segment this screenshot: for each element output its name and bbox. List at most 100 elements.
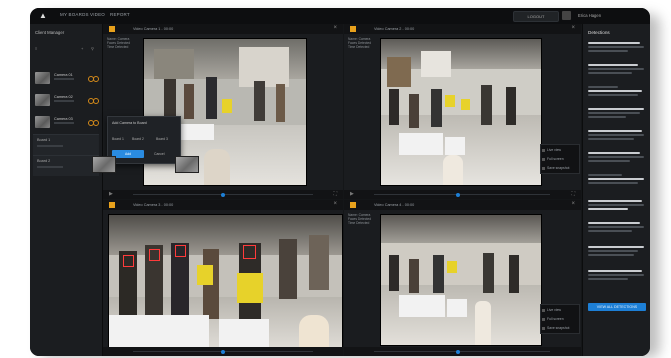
video-feed-3[interactable]: [108, 214, 343, 348]
play-icon[interactable]: ▶: [350, 191, 354, 197]
user-name: Erica Hagen: [578, 13, 602, 18]
sidebar-item-camera-2[interactable]: Camera 02: [33, 92, 99, 109]
timeline-handle[interactable]: [456, 350, 460, 354]
menu-item[interactable]: Live view: [547, 308, 561, 312]
timeline-track[interactable]: [374, 194, 550, 195]
camera-icon: [542, 327, 545, 330]
close-icon[interactable]: ×: [571, 201, 575, 207]
camera-thumbnail: [35, 116, 50, 128]
app-window: ▲ MY BOARDS VIDEO REPORT LOGOUT Erica Ha…: [30, 8, 650, 356]
sidebar-group-board-2[interactable]: Board 2: [33, 155, 99, 176]
sidebar-group-board-1[interactable]: Board 1: [33, 134, 99, 155]
nav-report[interactable]: REPORT: [110, 12, 130, 17]
camera-tag-icon: [350, 202, 356, 208]
video-pane-2: Video Camera 2 - 00:00 × Name: Camera Fa…: [344, 24, 581, 199]
sidebar-group-label: Board 1: [37, 138, 51, 142]
sidebar: Client Manager ≡ + ⚲ Camera 01 Camera 02…: [30, 24, 103, 356]
logout-button[interactable]: LOGOUT: [513, 11, 559, 22]
menu-item[interactable]: Save snapshot: [547, 166, 569, 170]
status-dot-icon: [93, 76, 99, 82]
nav-my-boards[interactable]: MY BOARDS: [60, 12, 89, 17]
pane-footer: ▶ ⛶: [103, 190, 343, 199]
board-option[interactable]: Board 1: [112, 137, 124, 141]
close-icon[interactable]: ×: [333, 25, 337, 31]
timeline-handle[interactable]: [221, 193, 225, 197]
panel-title: Detections: [588, 30, 610, 35]
sidebar-group-label: Board 2: [37, 159, 51, 163]
video-feed-2[interactable]: [380, 38, 542, 186]
detection-entry[interactable]: [588, 108, 646, 120]
pane-meta: Name: Camera Faces Detected Time Detecte…: [348, 213, 371, 226]
sidebar-title: Client Manager: [35, 30, 65, 35]
detection-entry[interactable]: [588, 152, 646, 164]
sidebar-item-camera-1[interactable]: Camera 01: [33, 70, 99, 87]
video-pane-3: Video Camera 3 - 00:00 ×: [103, 200, 343, 356]
pane-footer: [103, 347, 343, 356]
detection-entry[interactable]: [588, 222, 646, 234]
fullscreen-icon: [542, 318, 545, 321]
detection-entry[interactable]: [588, 42, 646, 54]
timeline-handle[interactable]: [221, 350, 225, 354]
sidebar-toolbar: ≡ + ⚲: [35, 46, 97, 52]
detection-entry[interactable]: [588, 130, 646, 142]
fullscreen-icon: [542, 158, 545, 161]
live-icon: [542, 309, 545, 312]
view-all-detections-button[interactable]: VIEW ALL DETECTIONS: [588, 303, 646, 311]
avatar[interactable]: [562, 11, 571, 20]
video-pane-1: Video Camera 1 - 00:00 × Name: Camera Fa…: [103, 24, 343, 199]
pane-title: Video Camera 1 - 00:00: [133, 26, 174, 31]
sidebar-item-label: Camera 03: [54, 117, 73, 121]
close-icon[interactable]: ×: [571, 25, 575, 31]
menu-item[interactable]: Full screen: [547, 157, 564, 161]
pane-header: Video Camera 4 - 00:00 ×: [344, 200, 581, 210]
pane-header: Video Camera 2 - 00:00 ×: [344, 24, 581, 34]
sidebar-item-sub: [54, 78, 74, 80]
context-menu-2: Live view Full screen Save snapshot: [540, 304, 580, 334]
pane-header: Video Camera 3 - 00:00 ×: [103, 200, 343, 210]
timeline-handle[interactable]: [456, 193, 460, 197]
board-option[interactable]: Board 2: [132, 137, 144, 141]
sidebar-group-sub: [37, 166, 63, 168]
nav-video[interactable]: VIDEO: [90, 12, 105, 17]
dragged-camera-thumbnail[interactable]: [92, 156, 116, 173]
pane-footer: [344, 347, 581, 356]
board-option[interactable]: Board 3: [156, 137, 168, 141]
dragged-camera-thumbnail[interactable]: [175, 156, 199, 173]
detections-panel: Detections VIEW ALL DETECTIONS: [582, 24, 650, 356]
meta-line: Time Detected: [107, 45, 129, 50]
pane-title: Video Camera 3 - 00:00: [133, 202, 174, 207]
add-to-board-dialog: Add Camera to Board Board 1 Board 2 Boar…: [107, 116, 181, 164]
add-icon[interactable]: +: [81, 46, 83, 51]
detection-entry[interactable]: [588, 270, 646, 282]
video-feed-4[interactable]: [380, 214, 542, 346]
menu-icon[interactable]: ≡: [35, 46, 37, 51]
camera-thumbnail: [35, 72, 50, 84]
detection-entry[interactable]: [588, 246, 646, 258]
fullscreen-icon[interactable]: ⛶: [571, 191, 575, 197]
close-icon[interactable]: ×: [333, 201, 337, 207]
context-menu-1: Live view Full screen Save snapshot: [540, 144, 580, 174]
app-logo-icon: ▲: [39, 11, 47, 20]
top-bar: ▲ MY BOARDS VIDEO REPORT LOGOUT Erica Ha…: [30, 8, 650, 24]
pane-title: Video Camera 4 - 00:00: [374, 202, 415, 207]
add-button[interactable]: Add: [112, 150, 144, 158]
menu-item[interactable]: Full screen: [547, 317, 564, 321]
pane-meta: Name: Camera Faces Detected Time Detecte…: [107, 37, 130, 50]
search-icon[interactable]: ⚲: [91, 46, 94, 51]
cancel-button[interactable]: Cancel: [154, 152, 165, 156]
camera-tag-icon: [109, 202, 115, 208]
detection-entry[interactable]: [588, 64, 646, 76]
detection-entry[interactable]: [588, 174, 646, 186]
video-pane-4: Video Camera 4 - 00:00 × Name: Camera Fa…: [344, 200, 581, 356]
detection-entry[interactable]: [588, 86, 646, 98]
camera-tag-icon: [109, 26, 115, 32]
detection-entry[interactable]: [588, 200, 646, 212]
sidebar-item-label: Camera 01: [54, 73, 73, 77]
menu-item[interactable]: Save snapshot: [547, 326, 569, 330]
fullscreen-icon[interactable]: ⛶: [333, 191, 337, 197]
sidebar-item-camera-3[interactable]: Camera 03: [33, 114, 99, 131]
menu-item[interactable]: Live view: [547, 148, 561, 152]
sidebar-item-sub: [54, 100, 74, 102]
timeline-track[interactable]: [374, 351, 550, 352]
play-icon[interactable]: ▶: [109, 191, 113, 197]
